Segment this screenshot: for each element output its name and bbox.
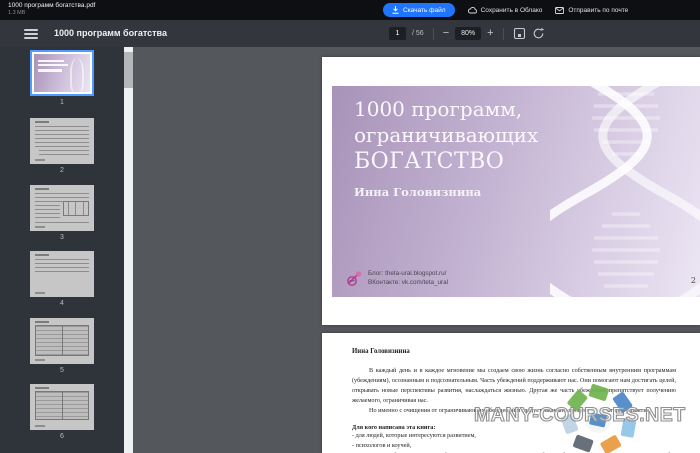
cover-links: Блог: theta-ural.blogspot.ru/ ВКонтакте:… [368, 269, 448, 287]
thumbnail-block-5: 5 [30, 318, 94, 374]
thumb-heading-bar [35, 188, 49, 190]
thumbnail-block-4: 4 [30, 251, 94, 307]
thumb-heading-bar [35, 254, 49, 256]
cover-title-line1: 1000 программ, [354, 96, 538, 122]
cover-title-line2: ограничивающих [354, 122, 538, 148]
page2-paragraph-2: Но именно с очищения от ограничивающих у… [352, 406, 676, 416]
download-icon [392, 6, 399, 14]
page2-content: Инна Головизнина В каждый день и в каждо… [322, 333, 700, 453]
thumb-text-lines [35, 259, 89, 273]
page2-paragraph-1: В каждый день и в каждое мгновение мы со… [352, 366, 676, 406]
thumb-heading-bar [35, 321, 49, 323]
thumbnail-block-6: 6 [30, 384, 94, 440]
zoom-level-indicator[interactable]: 80% [455, 27, 481, 40]
hamburger-icon [24, 29, 38, 31]
thumbnail-number: 1 [30, 99, 94, 106]
sidebar-scrollbar-track[interactable] [124, 47, 133, 453]
cover-author: Инна Головизнина [354, 185, 538, 199]
thumbnail-page-6[interactable] [30, 384, 94, 430]
page-number-input[interactable]: 1 [389, 27, 406, 40]
cover-vk-link: ВКонтакте: vk.com/teta_ural [368, 278, 448, 287]
thumb-text-lines [39, 150, 89, 157]
theta-logo-icon [346, 270, 363, 287]
send-by-mail-button[interactable]: Отправить по почте [555, 3, 628, 17]
thumbnail-cover-art [34, 54, 90, 92]
thumb-footer-mark [35, 226, 45, 228]
menu-toggle-button[interactable] [24, 29, 38, 39]
rotate-button[interactable] [532, 27, 545, 40]
page2-list-title: Для кого написана эта книга: [352, 424, 676, 431]
file-size: 1.3 MB [8, 10, 95, 17]
send-by-mail-label: Отправить по почте [568, 7, 628, 14]
thumbnail-sidebar: 1 2 3 [0, 47, 124, 453]
cover-title-block: 1000 программ, ограничивающих БОГАТСТВО … [354, 96, 538, 199]
toolbar-controls: 1 / 56 − 80% + [389, 20, 545, 47]
document-page-2: Инна Головизнина В каждый день и в каждо… [322, 333, 700, 453]
thumbnail-block-1: 1 [30, 50, 94, 106]
thumbnail-page-2[interactable] [30, 118, 94, 164]
save-to-cloud-label: Сохранить в Облако [481, 7, 543, 14]
cover-text-bar [38, 64, 68, 66]
file-header: 1000 программ богатства.pdf 1.3 MB Скача… [0, 0, 700, 20]
viewer-toolbar: 1000 программ богатства 1 / 56 − 80% + [0, 20, 700, 47]
thumbnail-number: 5 [30, 367, 94, 374]
thumb-footer-mark [35, 425, 45, 427]
page2-author: Инна Головизнина [352, 348, 676, 355]
zoom-in-button[interactable]: + [487, 27, 493, 40]
page2-list-item: - психологов и коучей, [352, 441, 676, 451]
download-file-button[interactable]: Скачать файл [383, 3, 455, 17]
thumbnail-block-2: 2 [30, 118, 94, 174]
thumb-table [35, 391, 89, 420]
thumbnail-block-3: 3 [30, 185, 94, 241]
thumbnail-page-3[interactable] [30, 185, 94, 231]
thumbnail-number: 6 [30, 433, 94, 440]
dna-helix-mini [70, 58, 84, 96]
file-meta: 1000 программ богатства.pdf 1.3 MB [8, 2, 95, 17]
thumbnail-number: 2 [30, 167, 94, 174]
fit-to-page-button[interactable] [513, 27, 526, 40]
cloud-icon [468, 7, 477, 14]
cover-brand-block: Блог: theta-ural.blogspot.ru/ ВКонтакте:… [346, 269, 448, 287]
thumb-heading-bar [35, 387, 49, 389]
thumb-footer-mark [35, 159, 45, 161]
thumb-text-lines [35, 222, 89, 225]
toolbar-divider [433, 28, 434, 40]
cover-corner-number: 2 [691, 276, 696, 285]
dna-helix-illustration [550, 86, 700, 297]
thumbnail-number: 3 [30, 234, 94, 241]
save-to-cloud-button[interactable]: Сохранить в Облако [468, 3, 543, 17]
cover-text-bar [38, 60, 64, 62]
cover-title-line3: БОГАТСТВО [354, 148, 538, 176]
page-total-label: / 56 [412, 30, 424, 37]
thumb-text-lines [35, 205, 60, 220]
thumb-text-lines [35, 126, 89, 148]
thumb-footer-mark [35, 292, 45, 294]
thumb-diagram [63, 201, 89, 216]
thumbnail-page-1[interactable] [30, 50, 94, 96]
thumb-heading-bar [35, 121, 49, 123]
thumbnail-page-4[interactable] [30, 251, 94, 297]
document-page-1: 1000 программ, ограничивающих БОГАТСТВО … [322, 57, 700, 325]
mail-icon [555, 7, 564, 14]
header-actions: Скачать файл Сохранить в Облако Отправит… [383, 2, 628, 18]
pdf-viewer-app: 1000 программ богатства.pdf 1.3 MB Скача… [0, 0, 700, 453]
cover-text-bar [38, 69, 62, 72]
document-title: 1000 программ богатства [54, 28, 167, 38]
sidebar-scrollbar-thumb[interactable] [124, 52, 133, 88]
thumb-table [35, 325, 89, 356]
thumbnail-page-5[interactable] [30, 318, 94, 364]
file-name: 1000 программ богатства.pdf [8, 2, 95, 10]
page2-list-item: - для людей, которые интересуются развит… [352, 431, 676, 441]
toolbar-divider [503, 28, 504, 40]
download-button-label: Скачать файл [403, 7, 446, 14]
zoom-out-button[interactable]: − [443, 27, 449, 40]
thumbnail-number: 4 [30, 300, 94, 307]
cover-blog-link: Блог: theta-ural.blogspot.ru/ [368, 269, 448, 278]
cover-image: 1000 программ, ограничивающих БОГАТСТВО … [332, 86, 700, 297]
thumb-footer-mark [35, 359, 45, 361]
